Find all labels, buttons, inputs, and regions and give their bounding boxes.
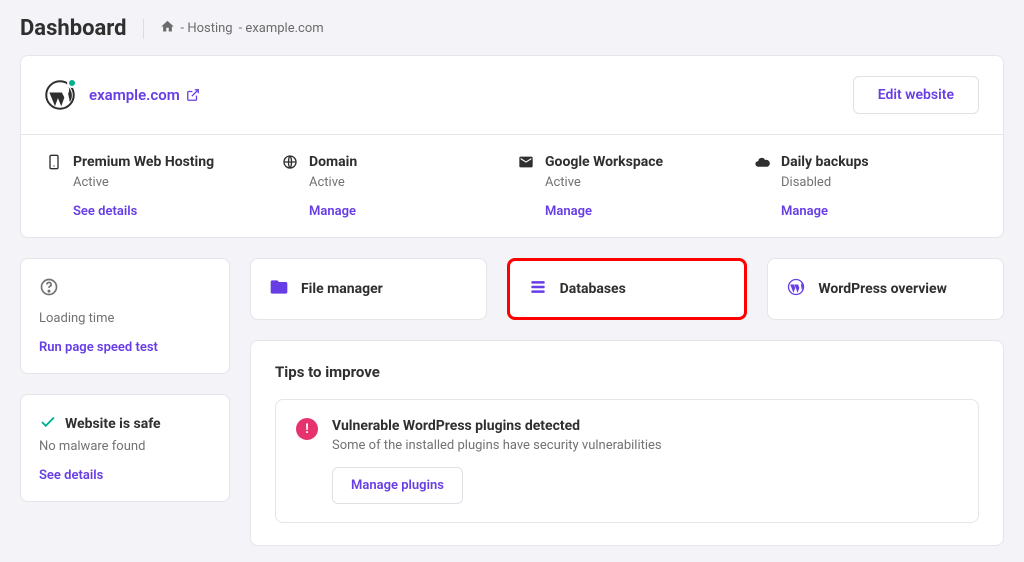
page-title: Dashboard: [20, 16, 127, 41]
safety-see-details-link[interactable]: See details: [39, 468, 211, 483]
hosting-status: Active: [73, 175, 271, 190]
globe-icon: [281, 153, 299, 171]
wordpress-icon: [786, 277, 806, 301]
workspace-title: Google Workspace: [545, 154, 663, 170]
folder-icon: [269, 277, 289, 301]
breadcrumb: - Hosting - example.com: [160, 19, 324, 38]
wordpress-overview-card[interactable]: WordPress overview: [767, 258, 1004, 320]
status-dot-icon: [67, 78, 77, 88]
external-link-icon: [186, 88, 200, 102]
loading-time-label: Loading time: [39, 311, 211, 326]
databases-card[interactable]: Databases: [507, 258, 748, 320]
domain-manage-link[interactable]: Manage: [309, 204, 356, 219]
domain-status: Active: [309, 175, 507, 190]
safety-title: Website is safe: [65, 416, 161, 432]
alert-icon: !: [296, 418, 318, 440]
breadcrumb-domain: - example.com: [239, 21, 324, 36]
alert-sub: Some of the installed plugins have secur…: [332, 438, 662, 453]
backups-status: Disabled: [781, 175, 979, 190]
file-manager-card[interactable]: File manager: [250, 258, 487, 320]
domain-link[interactable]: example.com: [89, 86, 200, 104]
domain-title: Domain: [309, 154, 357, 170]
manage-plugins-button[interactable]: Manage plugins: [332, 467, 463, 504]
edit-website-button[interactable]: Edit website: [853, 76, 979, 114]
vulnerability-alert: ! Vulnerable WordPress plugins detected …: [275, 399, 979, 523]
backups-manage-link[interactable]: Manage: [781, 204, 828, 219]
overview-card: example.com Edit website Premium Web Hos…: [20, 55, 1004, 238]
divider: [143, 19, 144, 39]
safety-widget: Website is safe No malware found See det…: [20, 394, 230, 502]
safety-sub: No malware found: [39, 439, 211, 454]
wordpress-logo-icon: [45, 80, 75, 110]
tips-card: Tips to improve ! Vulnerable WordPress p…: [250, 340, 1004, 546]
breadcrumb-hosting[interactable]: - Hosting: [181, 21, 233, 36]
home-icon[interactable]: [160, 19, 175, 38]
databases-label: Databases: [560, 281, 626, 297]
backups-title: Daily backups: [781, 154, 869, 170]
workspace-manage-link[interactable]: Manage: [545, 204, 592, 219]
wordpress-overview-label: WordPress overview: [818, 281, 947, 297]
database-icon: [528, 277, 548, 301]
help-icon: [39, 277, 59, 301]
alert-title: Vulnerable WordPress plugins detected: [332, 418, 662, 434]
loading-time-widget: Loading time Run page speed test: [20, 258, 230, 374]
tips-title: Tips to improve: [275, 363, 979, 381]
run-speed-test-link[interactable]: Run page speed test: [39, 340, 211, 355]
mail-icon: [517, 153, 535, 171]
file-manager-label: File manager: [301, 281, 383, 297]
hosting-see-details-link[interactable]: See details: [73, 204, 137, 219]
cloud-icon: [753, 153, 771, 171]
hosting-title: Premium Web Hosting: [73, 154, 214, 170]
check-icon: [39, 413, 57, 435]
workspace-status: Active: [545, 175, 743, 190]
hosting-icon: [45, 153, 63, 171]
